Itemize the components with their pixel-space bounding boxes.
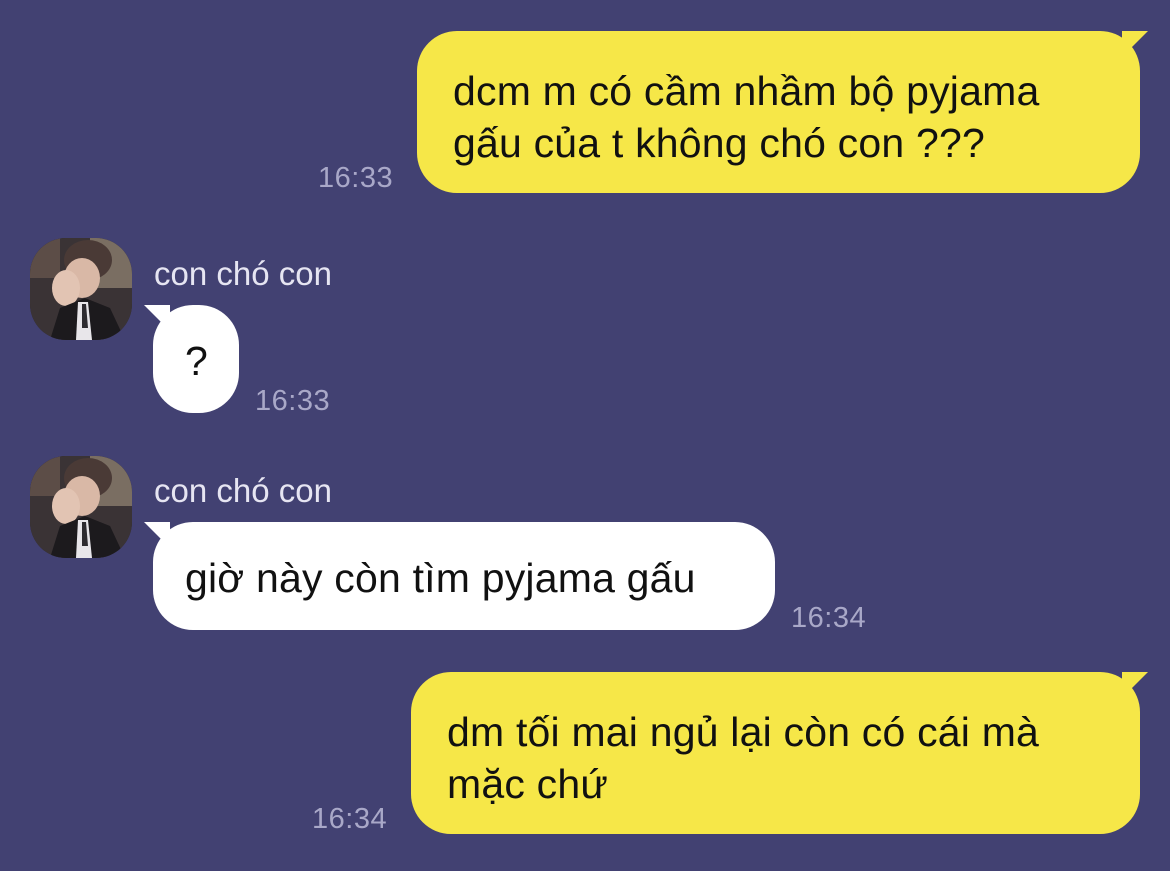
- message-bubble-outgoing[interactable]: dcm m có cầm nhầm bộ pyjama gấu của t kh…: [417, 31, 1140, 193]
- bubble-tail: [1122, 31, 1148, 57]
- avatar[interactable]: [30, 238, 132, 340]
- sender-name: con chó con: [154, 472, 332, 509]
- message-text-line: mặc chứ: [447, 761, 608, 807]
- message-text-line: dcm m có cầm nhầm bộ pyjama: [453, 68, 1040, 114]
- avatar[interactable]: [30, 456, 132, 558]
- message-text-line: dm tối mai ngủ lại còn có cái mà: [447, 709, 1040, 755]
- bubble-tail: [1122, 672, 1148, 698]
- message-time: 16:33: [318, 162, 394, 194]
- message-bubble-incoming[interactable]: giờ này còn tìm pyjama gấu: [153, 522, 775, 630]
- bubble-tail: [144, 522, 170, 548]
- avatar-photo-icon: [30, 456, 132, 558]
- message-time: 16:33: [255, 385, 331, 417]
- sender-name: con chó con: [154, 255, 332, 292]
- message-time: 16:34: [791, 602, 867, 634]
- bubble-tail: [144, 305, 170, 331]
- message-text: giờ này còn tìm pyjama gấu: [185, 555, 696, 601]
- message-text: ?: [185, 338, 209, 384]
- chat-thread: 16:33 dcm m có cầm nhầm bộ pyjama gấu củ…: [0, 0, 1170, 871]
- avatar-photo-icon: [30, 238, 132, 340]
- message-text-line: gấu của t không chó con ???: [453, 120, 985, 166]
- message-bubble-outgoing[interactable]: dm tối mai ngủ lại còn có cái mà mặc chứ: [411, 672, 1140, 834]
- message-time: 16:34: [312, 803, 388, 835]
